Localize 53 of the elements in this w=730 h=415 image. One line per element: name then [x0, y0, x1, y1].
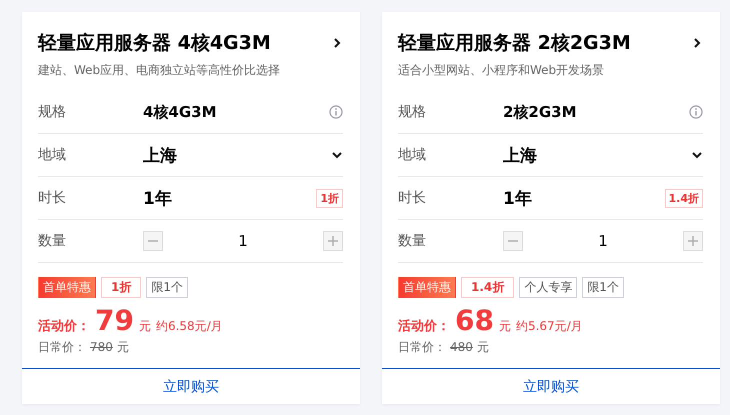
limit-tag: 限1个 — [582, 277, 624, 298]
product-subtitle: 建站、Web应用、电商独立站等高性价比选择 — [38, 62, 282, 79]
info-icon[interactable] — [329, 105, 343, 119]
field-label: 数量 — [398, 232, 427, 250]
price-unit: 元 — [498, 318, 511, 335]
field-value: 1年 — [503, 188, 533, 210]
quantity-value: 1 — [237, 232, 249, 250]
limit-tag: 限1个 — [146, 277, 188, 298]
sale-price: 68 — [455, 304, 494, 337]
plus-icon — [328, 236, 338, 246]
field-label: 时长 — [38, 189, 67, 207]
quantity-value: 1 — [597, 232, 609, 250]
minus-button[interactable] — [503, 231, 523, 251]
discount-tag: 1.4折 — [461, 277, 514, 298]
field-value: 1年 — [143, 188, 173, 210]
price-unit: 元 — [116, 339, 129, 356]
field-label: 时长 — [398, 189, 427, 207]
minus-button[interactable] — [143, 231, 163, 251]
discount-badge: 1折 — [316, 188, 343, 208]
regular-price: 780 — [90, 340, 113, 354]
regular-price-label: 日常价： — [398, 339, 446, 356]
region-select[interactable]: 上海 — [503, 144, 691, 166]
buy-now-button[interactable]: 立即购买 — [22, 368, 360, 404]
field-value: 4核4G3M — [143, 102, 218, 122]
plus-button[interactable] — [323, 231, 343, 251]
field-label: 数量 — [38, 232, 67, 250]
plus-button[interactable] — [683, 231, 703, 251]
field-label: 地域 — [38, 146, 67, 164]
buy-now-button[interactable]: 立即购买 — [382, 368, 720, 404]
info-icon[interactable] — [689, 105, 703, 119]
price-label: 活动价： — [398, 318, 450, 335]
promo-tag: 首单特惠 — [398, 277, 456, 298]
monthly-price: 约5.67元/月 — [516, 318, 583, 335]
regular-price-label: 日常价： — [38, 339, 86, 356]
field-value: 2核2G3M — [503, 102, 578, 122]
monthly-price: 约6.58元/月 — [156, 318, 223, 335]
regular-price: 480 — [450, 340, 473, 354]
discount-tag: 1折 — [101, 277, 142, 298]
field-label: 规格 — [398, 103, 427, 121]
sale-price: 79 — [95, 304, 134, 337]
limit-tag: 个人专享 — [519, 277, 578, 298]
product-title: 轻量应用服务器 2核2G3M — [398, 31, 631, 56]
discount-badge: 1.4折 — [664, 188, 703, 208]
field-label: 规格 — [38, 103, 67, 121]
region-select[interactable]: 上海 — [143, 144, 331, 166]
price-label: 活动价： — [38, 318, 90, 335]
product-subtitle: 适合小型网站、小程序和Web开发场景 — [398, 62, 606, 79]
field-label: 地域 — [398, 146, 427, 164]
promo-tag: 首单特惠 — [38, 277, 96, 298]
price-unit: 元 — [138, 318, 151, 335]
price-unit: 元 — [476, 339, 489, 356]
plus-icon — [688, 236, 698, 246]
product-title: 轻量应用服务器 4核4G3M — [38, 31, 271, 56]
